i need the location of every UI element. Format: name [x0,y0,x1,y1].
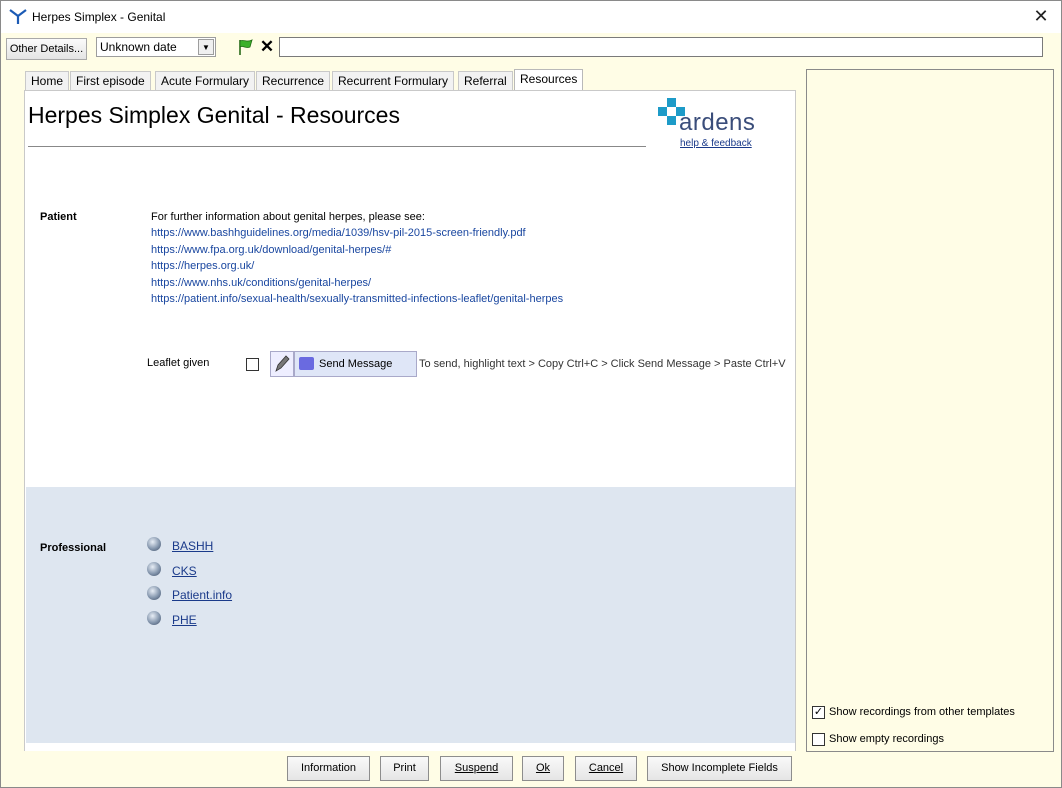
title-bar: Herpes Simplex - Genital ✕ [1,1,1061,33]
patient-links: https://www.bashhguidelines.org/media/10… [151,227,563,310]
button-bar: Information Print Suspend Ok Cancel Show… [24,751,796,786]
patient-intro: For further information about genital he… [151,211,425,223]
tab-recurrence[interactable]: Recurrence [256,71,331,91]
cancel-button[interactable]: Cancel [575,756,637,781]
message-icon [299,357,314,370]
patient-label: Patient [40,211,77,223]
patient-link[interactable]: https://herpes.org.uk/ [151,260,563,277]
professional-link[interactable]: BASHH [172,539,213,553]
free-text-input[interactable] [279,37,1043,57]
patient-link[interactable]: https://patient.info/sexual-health/sexua… [151,293,563,310]
professional-link[interactable]: CKS [172,564,197,578]
close-icon[interactable]: ✕ [1031,7,1051,27]
professional-link[interactable]: Patient.info [172,588,232,602]
app-logo-icon [9,9,27,24]
send-message-label: Send Message [319,358,393,370]
tab-resources[interactable]: Resources [514,69,584,91]
globe-icon [147,537,161,551]
ok-button[interactable]: Ok [522,756,564,781]
patient-link[interactable]: https://www.nhs.uk/conditions/genital-he… [151,277,563,294]
professional-link[interactable]: PHE [172,613,197,627]
recordings-panel: ✓ Show recordings from other templates S… [806,69,1054,752]
tab-acute-formulary[interactable]: Acute Formulary [155,71,256,91]
suspend-button[interactable]: Suspend [440,756,513,781]
leaflet-given-checkbox[interactable] [246,358,259,371]
show-incomplete-fields-button[interactable]: Show Incomplete Fields [647,756,792,781]
other-details-button[interactable]: Other Details... [6,38,87,60]
date-value: Unknown date [100,40,177,54]
resources-panel: Herpes Simplex Genital - Resources arden… [24,90,796,786]
ardens-logo: ardens [655,97,765,137]
send-hint: To send, highlight text > Copy Ctrl+C > … [419,358,786,370]
date-dropdown[interactable]: Unknown date ▼ [96,37,216,57]
chevron-down-icon[interactable]: ▼ [198,39,214,55]
template-window: Herpes Simplex - Genital ✕ Other Details… [0,0,1062,788]
pencil-icon [275,355,290,372]
window-title: Herpes Simplex - Genital [32,10,166,24]
show-other-templates-label: Show recordings from other templates [829,706,1015,718]
show-empty-checkbox[interactable] [812,733,825,746]
professional-section [26,487,795,743]
tab-first-episode[interactable]: First episode [70,71,151,91]
globe-icon [147,610,161,625]
send-message-button[interactable]: Send Message [294,351,417,377]
page-title: Herpes Simplex Genital - Resources [28,102,400,128]
title-divider [28,146,646,147]
globe-icon [147,561,161,576]
print-button[interactable]: Print [380,756,429,781]
edit-button[interactable] [270,351,294,377]
show-empty-label: Show empty recordings [829,733,944,745]
tab-recurrent-formulary[interactable]: Recurrent Formulary [332,71,455,91]
patient-link[interactable]: https://www.bashhguidelines.org/media/10… [151,227,563,244]
information-button[interactable]: Information [287,756,370,781]
clear-icon[interactable]: ✕ [258,37,276,57]
show-other-templates-checkbox[interactable]: ✓ [812,706,825,719]
logo-text: ardens [679,109,756,136]
flag-icon[interactable] [237,38,255,56]
globe-icon [147,586,161,600]
tab-referral[interactable]: Referral [458,71,513,91]
tab-home[interactable]: Home [25,71,70,91]
help-feedback-link[interactable]: help & feedback [680,138,752,149]
leaflet-given-label: Leaflet given [147,357,210,369]
professional-label: Professional [40,542,107,554]
toolbar: Other Details... Unknown date ▼ ✕ [1,34,1061,64]
patient-link[interactable]: https://www.fpa.org.uk/download/genital-… [151,244,563,261]
